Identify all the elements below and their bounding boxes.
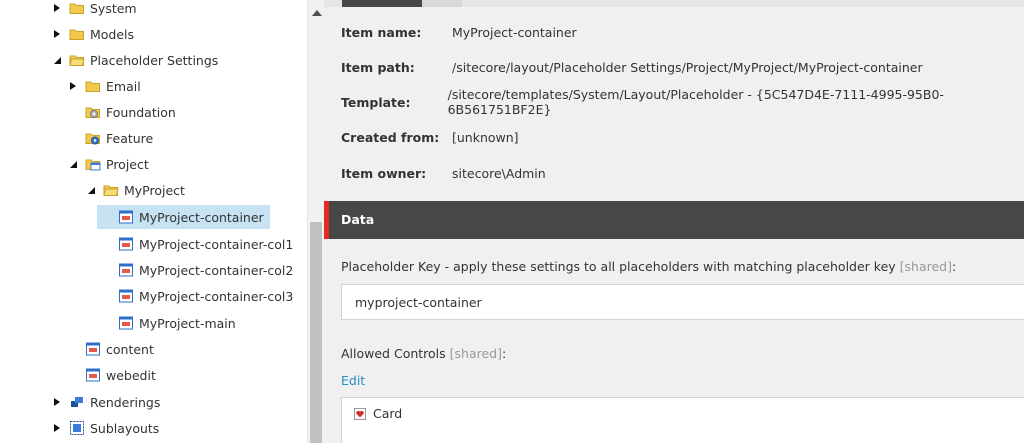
tree-item-system[interactable]: System [51, 0, 137, 20]
section-accent-bar [324, 201, 329, 239]
tree-item-placeholder-settings[interactable]: Placeholder Settings [51, 48, 218, 72]
expand-arrow-icon[interactable] [51, 2, 63, 14]
folder-window-icon [85, 159, 101, 171]
card-rendering-icon [354, 407, 366, 420]
sublayouts-icon [70, 421, 84, 435]
placeholder-icon [119, 316, 133, 330]
folder-icon [85, 81, 100, 92]
scrollbar-thumb[interactable] [310, 222, 322, 443]
tree-item-renderings[interactable]: Renderings [51, 390, 160, 414]
tree-item-project[interactable]: Project [67, 152, 149, 176]
collapse-arrow-icon[interactable] [85, 184, 97, 196]
renderings-icon [71, 397, 83, 407]
info-item-owner: Item owner: sitecore\Admin [341, 165, 546, 181]
allowed-controls-list[interactable]: Card [341, 397, 1024, 443]
tree-scrollbar[interactable] [307, 0, 324, 443]
expand-arrow-icon[interactable] [51, 422, 63, 434]
content-tree: System Models Placeholder Settings Email… [0, 0, 307, 443]
info-item-name: Item name: MyProject-container [341, 24, 577, 40]
folder-icon [103, 185, 119, 196]
scroll-up-arrow-icon[interactable] [312, 10, 322, 16]
expand-arrow-icon[interactable] [67, 80, 79, 92]
editor-tab-active[interactable] [342, 0, 422, 7]
item-editor: Item name: MyProject-container Item path… [324, 0, 1024, 443]
tree-item-myproject-container[interactable]: MyProject-container [97, 205, 270, 229]
tree-item-models[interactable]: Models [51, 22, 134, 46]
tree-item-webedit[interactable]: webedit [67, 363, 156, 387]
collapse-arrow-icon[interactable] [67, 158, 79, 170]
folder-gear-icon [85, 107, 100, 118]
folder-icon [69, 3, 84, 14]
placeholder-icon [119, 263, 133, 277]
expand-arrow-icon[interactable] [51, 396, 63, 408]
editor-tab[interactable] [422, 0, 462, 7]
info-item-path: Item path: /sitecore/layout/Placeholder … [341, 59, 923, 75]
expand-arrow-icon[interactable] [51, 28, 63, 40]
tree-item-myproject-container-col3[interactable]: MyProject-container-col3 [100, 284, 293, 308]
tree-item-myproject-container-col2[interactable]: MyProject-container-col2 [100, 258, 293, 282]
folder-gear-icon [85, 133, 100, 145]
placeholder-icon [119, 210, 133, 224]
folder-icon [69, 55, 85, 66]
placeholder-icon [86, 342, 100, 356]
placeholder-key-label: Placeholder Key - apply these settings t… [341, 259, 957, 274]
collapse-arrow-icon[interactable] [51, 54, 63, 66]
info-template: Template: /sitecore/templates/System/Lay… [341, 87, 944, 117]
folder-icon [69, 29, 84, 40]
editor-tab-strip [324, 0, 1024, 7]
allowed-controls-label: Allowed Controls [shared]: [341, 346, 507, 361]
tree-item-myproject-main[interactable]: MyProject-main [100, 311, 236, 335]
data-section-header[interactable]: Data [324, 201, 1024, 239]
placeholder-key-input[interactable]: myproject-container [341, 284, 1024, 320]
tree-item-sublayouts[interactable]: Sublayouts [51, 416, 159, 440]
tree-item-foundation[interactable]: Foundation [67, 100, 176, 124]
info-created-from: Created from: [unknown] [341, 129, 519, 145]
allowed-control-card[interactable]: Card [354, 406, 402, 421]
tree-item-myproject[interactable]: MyProject [85, 178, 185, 202]
placeholder-icon [86, 368, 100, 382]
placeholder-icon [119, 237, 133, 251]
tree-item-email[interactable]: Email [67, 74, 141, 98]
edit-allowed-controls-link[interactable]: Edit [341, 373, 365, 388]
placeholder-icon [119, 289, 133, 303]
tree-item-content[interactable]: content [67, 337, 154, 361]
tree-item-feature[interactable]: Feature [67, 126, 153, 150]
tree-item-myproject-container-col1[interactable]: MyProject-container-col1 [100, 232, 293, 256]
